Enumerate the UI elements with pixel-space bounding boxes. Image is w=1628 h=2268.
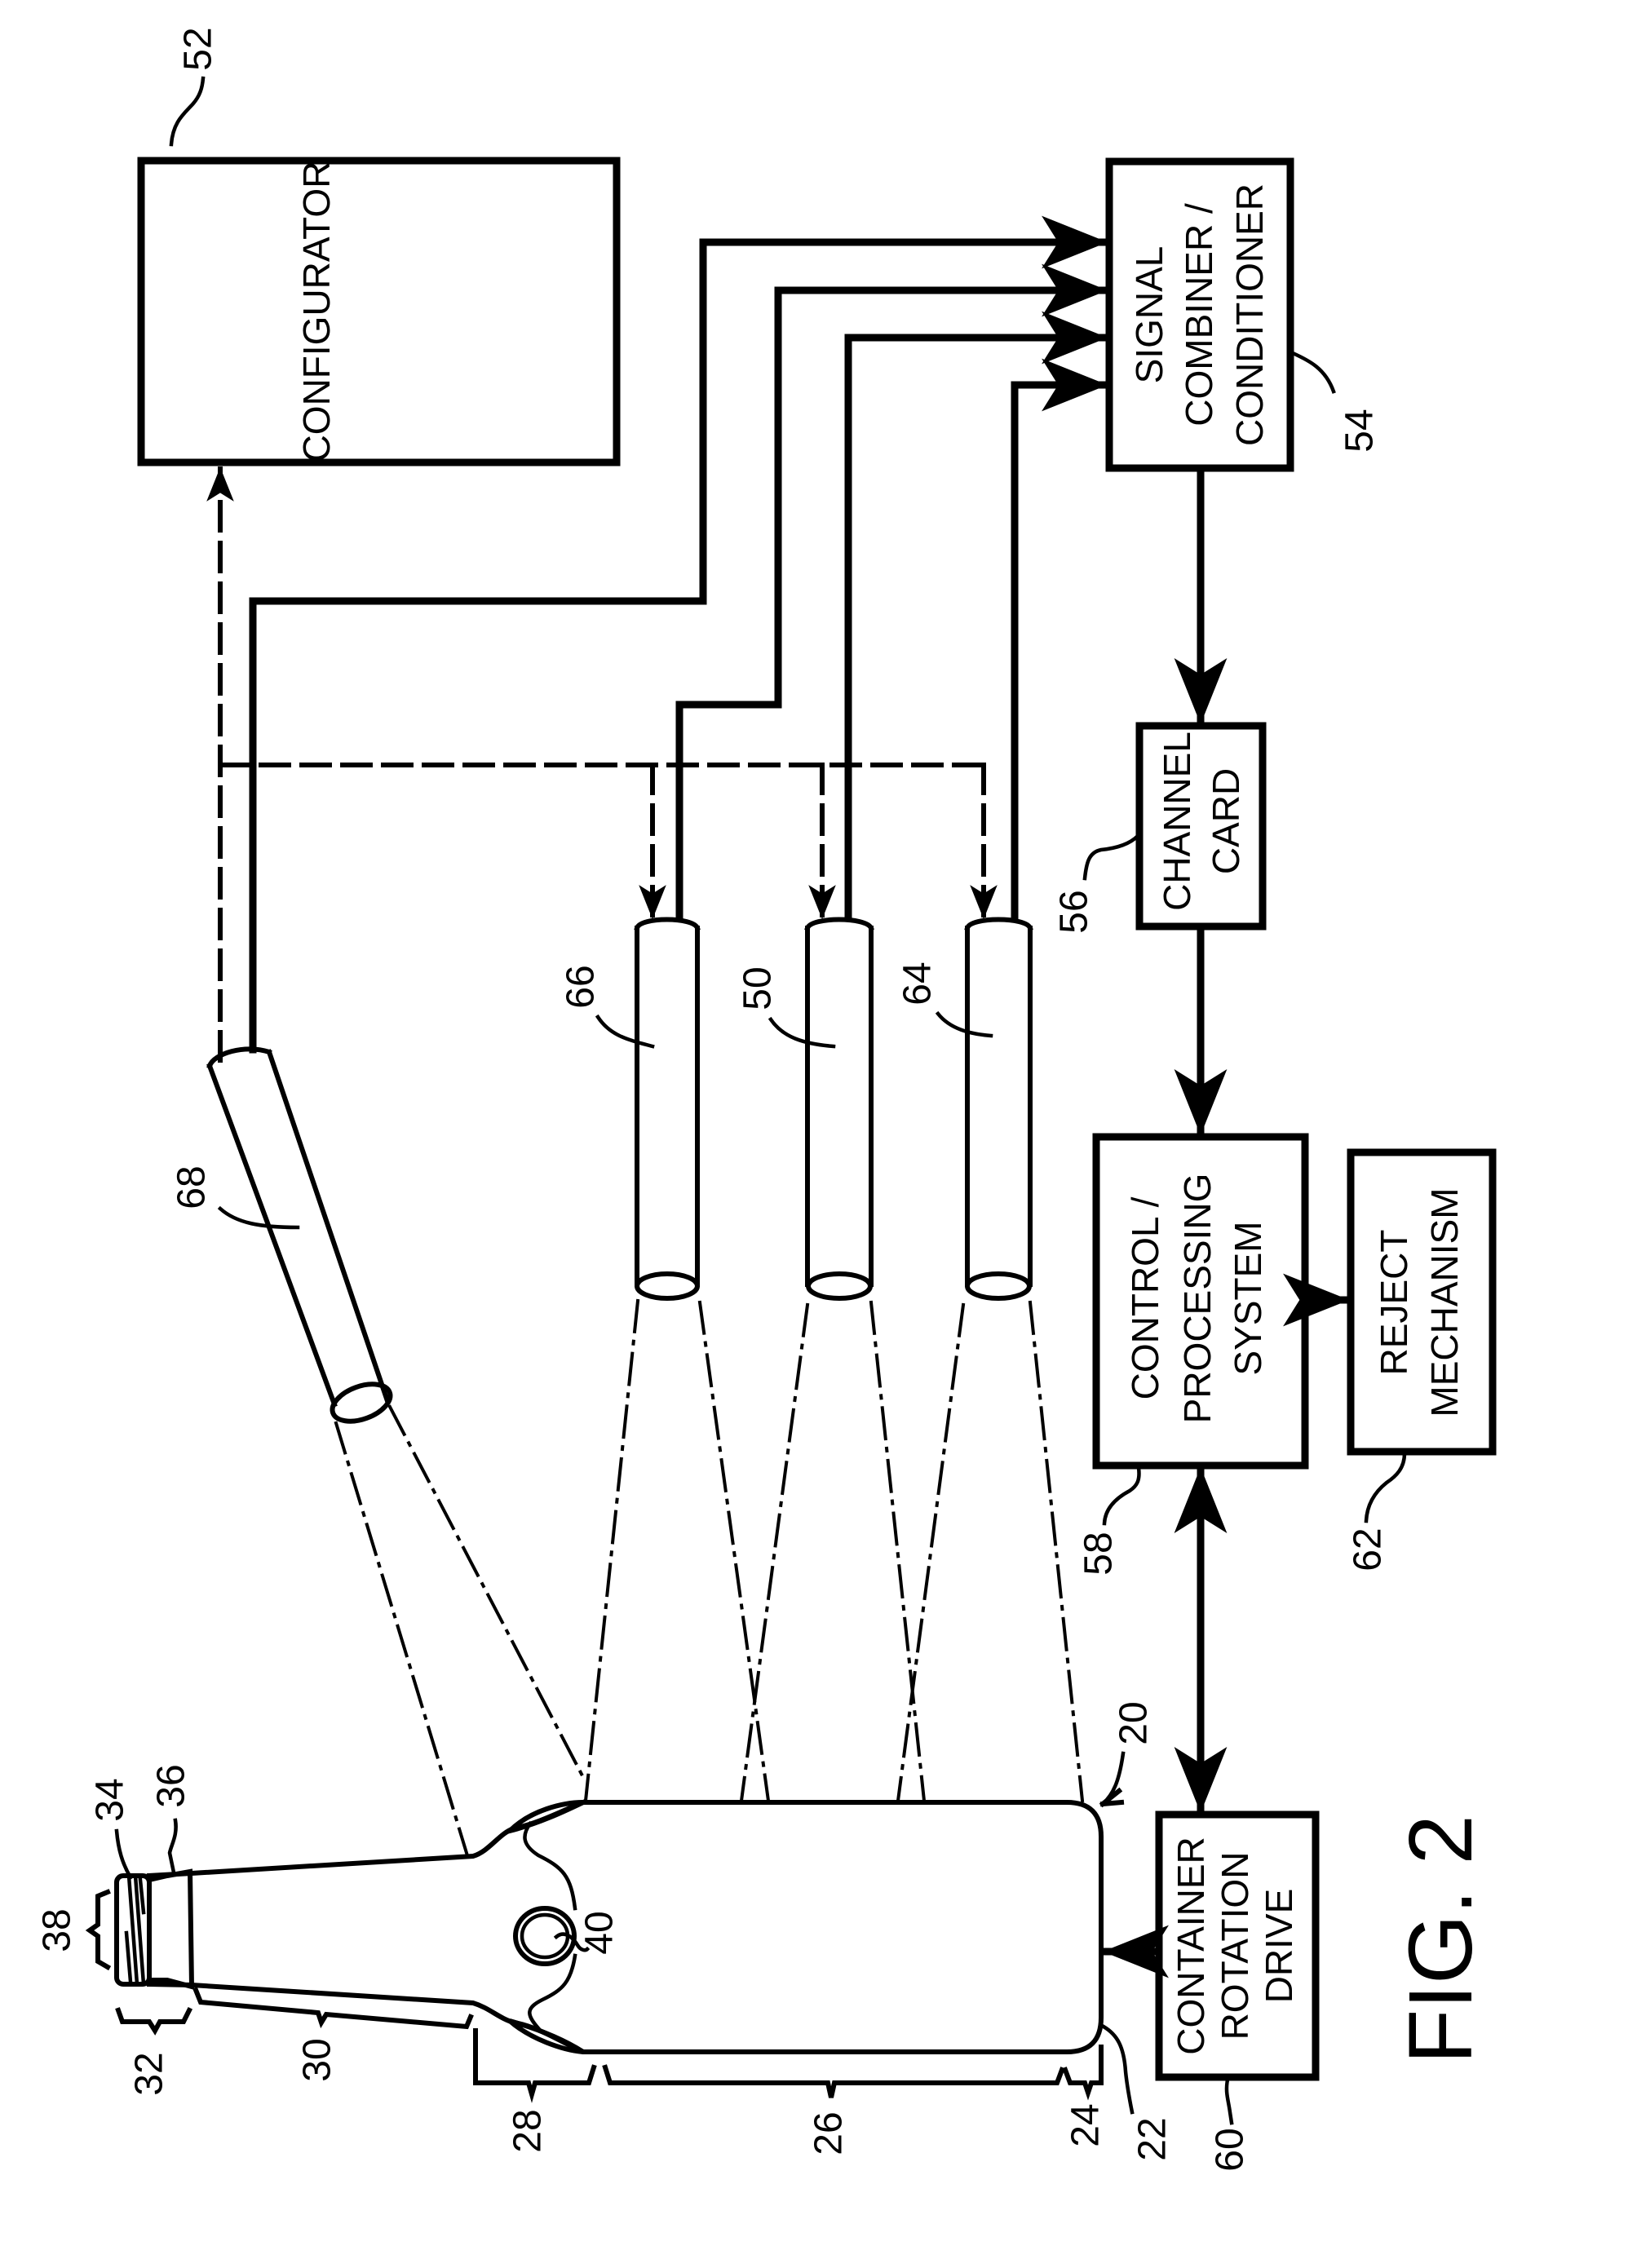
- channel-card-line-1: CHANNEL: [1156, 732, 1198, 911]
- rotation-drive-line-2: ROTATION: [1214, 1852, 1256, 2040]
- bracket-38: [85, 1889, 112, 1971]
- wire-sensor-64: [1011, 358, 1108, 922]
- ref-30: 30: [296, 2038, 339, 2081]
- reject-mechanism-line-2: MECHANISM: [1423, 1187, 1466, 1417]
- ref-56-leader: [1082, 833, 1141, 881]
- sensor-64: [964, 917, 1033, 1301]
- control-processing-line-1: CONTROL /: [1124, 1196, 1166, 1399]
- reject-mechanism-line-1: REJECT: [1373, 1230, 1415, 1376]
- ref-60-leader: [1224, 2077, 1234, 2125]
- ref-66-leader: [595, 1014, 655, 1049]
- ref-66: 66: [560, 965, 603, 1008]
- signal-combiner-line-1: SIGNAL: [1128, 246, 1170, 384]
- ref-50: 50: [737, 966, 780, 1010]
- ref-36: 36: [150, 1764, 193, 1807]
- ref-68: 68: [170, 1165, 214, 1209]
- wire-sensor-50: [844, 311, 1108, 922]
- ref-56: 56: [1053, 890, 1096, 933]
- sensor-50: [804, 917, 874, 1301]
- ref-40: 40: [578, 1911, 622, 1954]
- ref-22-leader: [1100, 2023, 1135, 2115]
- ref-26: 26: [807, 2111, 851, 2155]
- channel-card-line-2: CARD: [1205, 768, 1247, 874]
- ref-50-leader: [768, 1016, 836, 1049]
- configurator-label: CONFIGURATOR: [295, 161, 338, 462]
- ref-64: 64: [896, 962, 940, 1005]
- ref-36-leader: [167, 1818, 178, 1875]
- patent-figure: CONFIGURATOR 52 SIGNAL COMBINER / CONDIT…: [36, 27, 1497, 2172]
- sensor-64-field-of-view: [896, 1300, 1085, 1803]
- ref-68-leader: [217, 1205, 300, 1230]
- signal-combiner-line-3: CONDITIONER: [1228, 183, 1271, 446]
- ref-22: 22: [1131, 2117, 1175, 2160]
- bracket-28: [473, 2028, 597, 2103]
- signal-combiner-block: SIGNAL COMBINER / CONDITIONER: [1105, 157, 1294, 472]
- ref-52: 52: [177, 27, 220, 70]
- control-processing-line-3: SYSTEM: [1227, 1221, 1269, 1375]
- ref-20: 20: [1113, 1701, 1156, 1744]
- sensor-66: [634, 917, 701, 1301]
- bracket-26: [602, 2064, 1065, 2098]
- container-rotation-drive-block: CONTAINER ROTATION DRIVE: [1155, 1810, 1320, 2081]
- ref-24: 24: [1064, 2103, 1108, 2146]
- control-processing-line-2: PROCESSING: [1176, 1174, 1219, 1424]
- rotation-drive-line-1: CONTAINER: [1170, 1837, 1212, 2055]
- ref-54-leader: [1290, 351, 1336, 394]
- sensor-68-field-of-view: [334, 1404, 588, 1855]
- bracket-32: [115, 2006, 193, 2036]
- signal-combiner-line-2: COMBINER /: [1178, 203, 1220, 427]
- sensor-68: [206, 1046, 393, 1424]
- ref-54: 54: [1338, 409, 1382, 452]
- ref-34-leader: [114, 1828, 134, 1881]
- reject-mechanism-block: REJECT MECHANISM: [1347, 1148, 1497, 1456]
- control-processing-block: CONTROL / PROCESSING SYSTEM: [1092, 1133, 1309, 1470]
- ref-62: 62: [1347, 1527, 1390, 1571]
- figure-title: FIG. 2: [1391, 1815, 1491, 2064]
- ref-32: 32: [128, 2052, 171, 2095]
- ref-38: 38: [36, 1908, 79, 1952]
- ref-34: 34: [89, 1778, 132, 1821]
- channel-card-block: CHANNEL CARD: [1135, 722, 1267, 931]
- ref-60: 60: [1209, 2128, 1252, 2171]
- rotation-drive-line-3: DRIVE: [1258, 1889, 1300, 2004]
- sensor-66-field-of-view: [583, 1298, 771, 1803]
- ref-58: 58: [1077, 1532, 1121, 1575]
- sensor-50-field-of-view: [739, 1300, 927, 1803]
- ref-64-leader: [935, 1010, 993, 1038]
- ref-62-leader: [1364, 1451, 1407, 1523]
- configurator-block: CONFIGURATOR: [137, 157, 621, 466]
- ref-58-leader: [1102, 1466, 1141, 1526]
- ref-28: 28: [507, 2109, 550, 2152]
- ref-52-leader: [169, 76, 206, 147]
